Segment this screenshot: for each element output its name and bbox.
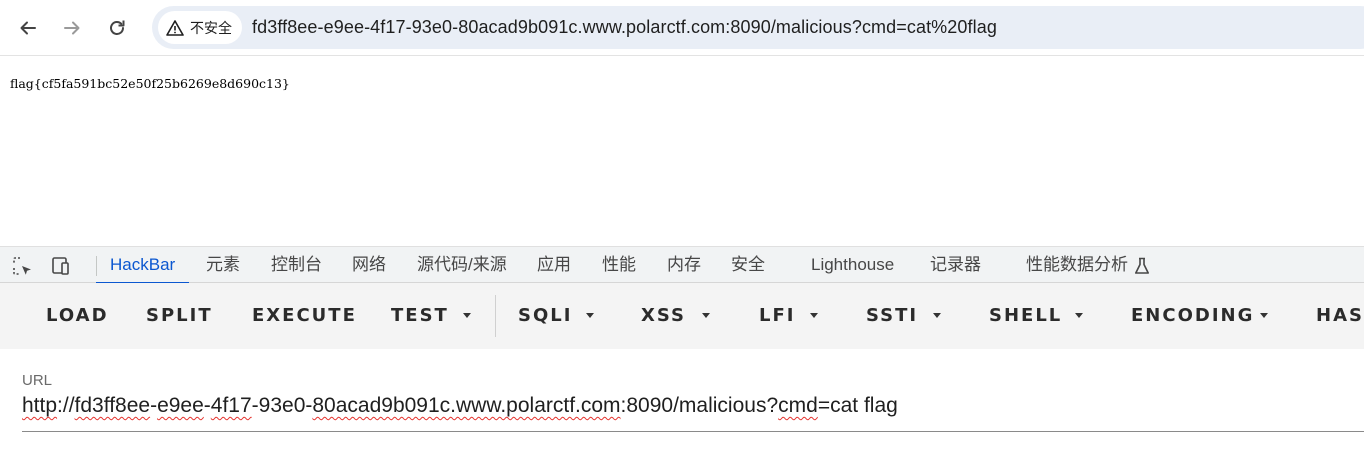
address-bar[interactable]: 不安全 fd3ff8ee-e9ee-4f17-93e0-80acad9b091c… [152,6,1364,49]
url-segment: e9ee [157,394,204,417]
security-label: 不安全 [190,19,232,36]
browser-toolbar: 不安全 fd3ff8ee-e9ee-4f17-93e0-80acad9b091c… [0,0,1364,56]
lfi-menu-button[interactable]: LFI [759,283,795,349]
hackbar-toolbar: LOAD SPLIT EXECUTE TEST SQLI XSS LFI SST… [0,283,1364,349]
hash-menu-button[interactable]: HASH [1316,283,1364,349]
url-field-label: URL [22,372,53,389]
url-segment: :8090/malicious? [620,394,779,417]
xss-menu-button[interactable]: XSS [641,283,686,349]
encoding-caret-icon [1260,313,1268,318]
load-button[interactable]: LOAD [46,283,109,349]
url-field-underline [22,431,1364,432]
url-segment: cmd [778,394,818,417]
test-menu-button[interactable]: TEST [391,283,449,349]
tab-memory[interactable]: 内存 [667,247,701,283]
back-button[interactable] [12,12,44,44]
tab-sources[interactable]: 源代码/来源 [417,247,507,283]
tab-hackbar[interactable]: HackBar [95,247,190,284]
shell-menu-button[interactable]: SHELL [989,283,1062,349]
warning-triangle-icon [166,19,184,36]
devtools-divider [96,256,97,276]
url-segment: -93e0- [251,394,313,417]
tab-performance[interactable]: 性能 [602,247,636,283]
flask-icon [1135,257,1149,274]
url-segment: fd3ff8ee [74,394,151,417]
shell-caret-icon [1075,313,1083,318]
arrow-left-icon [20,21,36,35]
device-toolbar-button[interactable] [48,255,72,277]
forward-button[interactable] [56,12,88,44]
sqli-caret-icon [586,313,594,318]
url-field-container: URL http://fd3ff8ee-e9ee-4f17-93e0-80aca… [0,349,1364,463]
device-toolbar-icon [52,257,69,275]
tab-recorder[interactable]: 记录器 [930,247,981,283]
xss-caret-icon [702,313,710,318]
url-segment: http [22,394,58,417]
tab-lighthouse[interactable]: Lighthouse [811,247,894,283]
test-caret-icon [463,313,471,318]
url-segment: - [203,394,211,417]
url-segment: 80acad9b091c.www.polarctf.com [312,394,621,417]
url-segment: =cat flag [817,394,898,417]
encoding-menu-button[interactable]: ENCODING [1131,283,1254,349]
inspect-element-button[interactable] [10,255,34,277]
tab-performance-insights[interactable]: 性能数据分析 [1026,247,1150,283]
reload-icon [110,20,125,35]
split-button[interactable]: SPLIT [146,283,213,349]
tab-network[interactable]: 网络 [352,247,386,283]
page-content: flag{cf5fa591bc52e50f25b6269e8d690c13} [0,57,1364,246]
address-text[interactable]: fd3ff8ee-e9ee-4f17-93e0-80acad9b091c.www… [252,17,997,38]
command-output: flag{cf5fa591bc52e50f25b6269e8d690c13} [10,76,290,91]
url-segment: :// [57,394,75,417]
hackbar-divider [495,295,496,337]
tab-console[interactable]: 控制台 [271,247,322,283]
tab-security[interactable]: 安全 [731,247,765,283]
sqli-menu-button[interactable]: SQLI [518,283,572,349]
tab-elements[interactable]: 元素 [206,247,240,283]
reload-button[interactable] [101,12,133,44]
security-chip[interactable]: 不安全 [158,11,242,44]
arrow-right-icon [64,21,80,35]
ssti-menu-button[interactable]: SSTI [866,283,918,349]
lfi-caret-icon [810,313,818,318]
inspect-element-icon [13,257,31,275]
url-field[interactable]: http://fd3ff8ee-e9ee-4f17-93e0-80acad9b0… [22,394,898,418]
devtools-tab-bar: HackBar 元素 控制台 网络 源代码/来源 应用 性能 内存 安全 Lig… [0,246,1364,284]
ssti-caret-icon [933,313,941,318]
execute-button[interactable]: EXECUTE [252,283,357,349]
tab-performance-insights-label: 性能数据分析 [1026,255,1128,274]
url-segment: 4f17 [210,394,252,417]
tab-application[interactable]: 应用 [537,247,571,283]
